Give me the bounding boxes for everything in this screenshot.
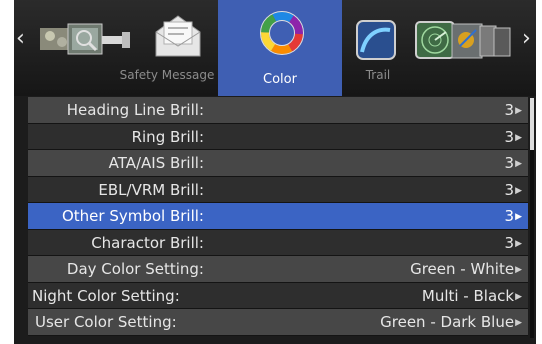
- setting-label: Charactor Brill:: [91, 233, 204, 252]
- setting-label: Heading Line Brill:: [66, 101, 204, 119]
- setting-ring-brill[interactable]: Ring Brill: 3▶: [28, 123, 528, 152]
- tab-label: Trail: [365, 68, 391, 82]
- setting-value[interactable]: 3▶: [505, 203, 522, 231]
- setting-ata-ais-brill[interactable]: ATA/AIS Brill: 3▶: [28, 150, 528, 177]
- tab-color[interactable]: Color: [218, 0, 342, 96]
- setting-value[interactable]: 3▶: [505, 177, 522, 205]
- setting-value[interactable]: Green - Dark Blue▶: [380, 309, 522, 337]
- trail-curve-icon: [356, 20, 396, 60]
- setting-value[interactable]: 3▶: [505, 230, 522, 258]
- tab-label: Safety Message: [119, 68, 215, 82]
- setting-value[interactable]: 3▶: [505, 150, 522, 178]
- setting-label: Day Color Setting:: [66, 260, 204, 278]
- tab-safety-message[interactable]: Safety Message: [114, 0, 220, 96]
- settings-panel: ‹ Safety Message Color Trail › Heading L…: [14, 0, 536, 344]
- tab-trail[interactable]: Trail: [348, 0, 408, 96]
- chevron-right-icon: ▶: [515, 159, 522, 169]
- chevron-right-icon: ▶: [515, 318, 522, 328]
- setting-label: ATA/AIS Brill:: [108, 154, 204, 172]
- setting-value[interactable]: Green - White▶: [410, 256, 522, 284]
- chevron-right-icon: ▶: [515, 238, 522, 249]
- list-scrollbar[interactable]: [530, 98, 534, 338]
- setting-other-symbol-brill[interactable]: Other Symbol Brill: 3▶: [28, 203, 528, 230]
- tab-radar[interactable]: [412, 0, 520, 96]
- tab-label: Color: [263, 72, 297, 87]
- color-wheel-icon: [260, 11, 304, 55]
- setting-label: Ring Brill:: [131, 127, 204, 146]
- chevron-right-icon: ▶: [515, 265, 522, 275]
- tab-bar: ‹ Safety Message Color Trail ›: [14, 0, 536, 96]
- setting-value[interactable]: 3▶: [505, 124, 522, 152]
- chevron-right-icon: ▶: [515, 291, 522, 302]
- chevron-right-icon: ▶: [515, 106, 522, 116]
- setting-day-color[interactable]: Day Color Setting: Green - White▶: [28, 256, 528, 283]
- setting-label: Other Symbol Brill:: [61, 207, 204, 225]
- scrollbar-thumb[interactable]: [530, 98, 534, 150]
- settings-list: Heading Line Brill: 3▶ Ring Brill: 3▶ AT…: [28, 97, 528, 336]
- tab-scroll-right-arrow[interactable]: ›: [522, 26, 531, 52]
- setting-ebl-vrm-brill[interactable]: EBL/VRM Brill: 3▶: [28, 176, 528, 205]
- chevron-right-icon: ▶: [515, 185, 522, 196]
- envelope-icon: [155, 15, 201, 57]
- chevron-right-icon: ▶: [515, 132, 522, 143]
- setting-label: User Color Setting:: [35, 313, 177, 331]
- setting-user-color[interactable]: User Color Setting: Green - Dark Blue▶: [28, 309, 528, 336]
- setting-charactor-brill[interactable]: Charactor Brill: 3▶: [28, 229, 528, 258]
- setting-value[interactable]: Multi - Black▶: [422, 283, 522, 311]
- setting-label: Night Color Setting:: [32, 286, 180, 305]
- radar-display-icon: [415, 21, 511, 59]
- setting-night-color[interactable]: Night Color Setting: Multi - Black▶: [28, 282, 528, 311]
- setting-label: EBL/VRM Brill:: [98, 180, 204, 199]
- setting-value[interactable]: 3▶: [505, 97, 522, 125]
- chevron-right-icon: ▶: [515, 212, 522, 222]
- setting-heading-line-brill[interactable]: Heading Line Brill: 3▶: [28, 97, 528, 124]
- tab-scroll-left-arrow[interactable]: ‹: [16, 26, 25, 52]
